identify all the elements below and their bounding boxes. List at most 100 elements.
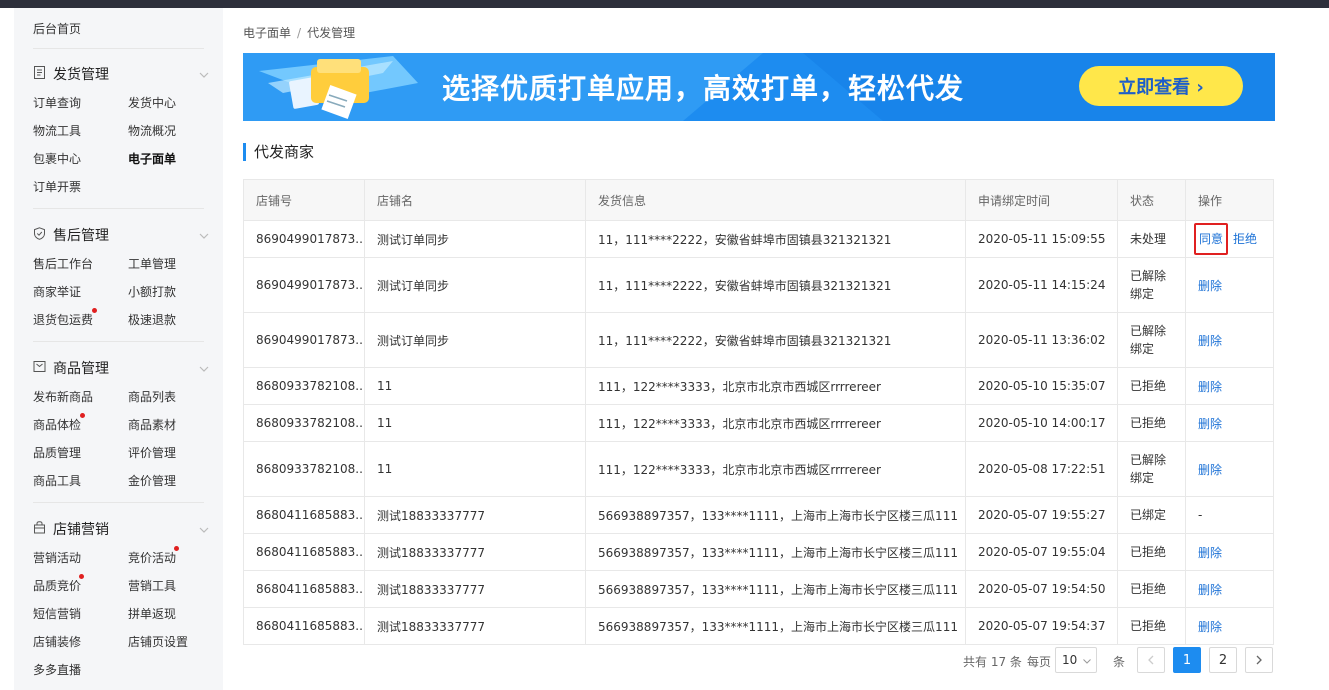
cell-actions: 删除 [1185, 570, 1274, 608]
sidebar-item-new-product[interactable]: 发布新商品 [33, 388, 93, 405]
sidebar-item-after-sales-desk[interactable]: 售后工作台 [33, 255, 93, 272]
sidebar-item-sms-marketing[interactable]: 短信营销 [33, 605, 81, 622]
column-header-bind-time: 申请绑定时间 [965, 179, 1118, 221]
sidebar-item-order-query[interactable]: 订单查询 [33, 94, 81, 111]
table-row: 8680411685883... 测试18833337777 566938897… [243, 607, 1274, 645]
sidebar-item-fast-refund[interactable]: 极速退款 [128, 311, 176, 328]
cell-shop-name: 测试18833337777 [364, 496, 586, 534]
table-row: 8680411685883... 测试18833337777 566938897… [243, 496, 1274, 534]
cell-time: 2020-05-07 19:54:37 [965, 607, 1118, 645]
breadcrumb-item-e-waybill[interactable]: 电子面单 [243, 26, 291, 40]
sidebar-item-group-cashback[interactable]: 拼单返现 [128, 605, 176, 622]
per-page-label: 每页 [1027, 655, 1052, 669]
breadcrumb: 电子面单 / 代发管理 [243, 24, 355, 41]
cell-actions: 删除 [1185, 367, 1274, 405]
cell-time: 2020-05-11 13:36:02 [965, 312, 1118, 368]
page-button-2[interactable]: 2 [1209, 647, 1237, 673]
sidebar-item-review-management[interactable]: 评价管理 [128, 444, 176, 461]
sidebar-item-merchant-evidence[interactable]: 商家举证 [33, 283, 81, 300]
cell-actions: 删除 [1185, 404, 1274, 442]
sidebar-item-return-shipping-fee[interactable]: 退货包运费 [33, 311, 93, 328]
column-header-status: 状态 [1117, 179, 1186, 221]
pagination: 共有 17 条 每页 10 条 1 2 [963, 647, 1275, 673]
sidebar-item-bidding-activities[interactable]: 竞价活动 [128, 549, 176, 566]
sidebar-item-marketing-activities[interactable]: 营销活动 [33, 549, 81, 566]
column-header-shop-name: 店铺名 [364, 179, 586, 221]
cell-shop-id: 8690499017873... [243, 312, 365, 368]
chevron-left-icon [1148, 655, 1154, 665]
sidebar-item-shop-page-settings[interactable]: 店铺页设置 [128, 633, 188, 650]
delete-button[interactable]: 删除 [1198, 334, 1222, 348]
cell-ship-info: 11，111****2222，安徽省蚌埠市固镇县321321321 [585, 312, 966, 368]
sidebar-item-shipping-center[interactable]: 发货中心 [128, 94, 176, 111]
divider [33, 48, 204, 49]
column-header-actions: 操作 [1185, 179, 1274, 221]
sidebar-item-ticket-management[interactable]: 工单管理 [128, 255, 176, 272]
view-now-button[interactable]: 立即查看 › [1079, 66, 1243, 106]
table-row: 8690499017873... 测试订单同步 11，111****2222，安… [243, 220, 1274, 258]
cell-time: 2020-05-07 19:54:50 [965, 570, 1118, 608]
cell-ship-info: 566938897357，133****1111，上海市上海市长宁区楼三瓜111 [585, 533, 966, 571]
page-button-1[interactable]: 1 [1173, 647, 1201, 673]
sidebar-item-gold-price[interactable]: 金价管理 [128, 472, 176, 489]
cell-shop-name: 11 [364, 404, 586, 442]
sidebar-item-product-list[interactable]: 商品列表 [128, 388, 176, 405]
agree-button[interactable]: 同意 [1194, 223, 1229, 255]
promo-banner[interactable]: 选择优质打单应用，高效打单，轻松代发 立即查看 › [243, 53, 1275, 121]
sidebar-item-product-checkup[interactable]: 商品体检 [33, 416, 81, 433]
table-row: 8680933782108... 11 111，122****3333，北京市北… [243, 404, 1274, 442]
sidebar-item-live-streaming[interactable]: 多多直播 [33, 661, 81, 678]
sidebar-item-home[interactable]: 后台首页 [33, 20, 81, 37]
delete-button[interactable]: 删除 [1198, 620, 1222, 634]
sidebar-item-small-payment[interactable]: 小额打款 [128, 283, 176, 300]
delete-button[interactable]: 删除 [1198, 279, 1222, 293]
column-header-shop-id: 店铺号 [243, 179, 365, 221]
reject-button[interactable]: 拒绝 [1233, 232, 1257, 246]
sidebar-item-product-tools[interactable]: 商品工具 [33, 472, 81, 489]
sidebar-item-quality-management[interactable]: 品质管理 [33, 444, 81, 461]
sidebar-item-package-center[interactable]: 包裹中心 [33, 150, 81, 167]
shop-icon [33, 520, 46, 538]
delete-button[interactable]: 删除 [1198, 583, 1222, 597]
table-row: 8690499017873... 测试订单同步 11，111****2222，安… [243, 312, 1274, 368]
cell-shop-id: 8680411685883... [243, 607, 365, 645]
delete-button[interactable]: 删除 [1198, 417, 1222, 431]
cell-ship-info: 566938897357，133****1111，上海市上海市长宁区楼三瓜111 [585, 570, 966, 608]
divider [33, 341, 204, 342]
page-size-select[interactable]: 10 [1055, 647, 1097, 673]
table-header-row: 店铺号 店铺名 发货信息 申请绑定时间 状态 操作 [243, 179, 1274, 221]
column-header-ship-info: 发货信息 [585, 179, 966, 221]
cell-status: 已解除绑定 [1117, 441, 1186, 497]
document-icon [33, 65, 46, 83]
next-page-button[interactable] [1245, 647, 1273, 673]
cell-shop-id: 8680411685883... [243, 496, 365, 534]
sidebar-item-order-invoice[interactable]: 订单开票 [33, 178, 81, 195]
cell-shop-name: 测试订单同步 [364, 257, 586, 313]
chevron-down-icon[interactable] [199, 70, 209, 80]
sidebar-item-logistics-tools[interactable]: 物流工具 [33, 122, 81, 139]
delete-button[interactable]: 删除 [1198, 380, 1222, 394]
sidebar-item-shop-decoration[interactable]: 店铺装修 [33, 633, 81, 650]
sidebar-item-product-assets[interactable]: 商品素材 [128, 416, 176, 433]
sidebar-section-products[interactable]: 商品管理 [33, 358, 109, 378]
chevron-down-icon[interactable] [199, 525, 209, 535]
sidebar-item-marketing-tools[interactable]: 营销工具 [128, 577, 176, 594]
cell-actions: 删除 [1185, 441, 1274, 497]
table-row: 8680933782108... 11 111，122****3333，北京市北… [243, 441, 1274, 497]
sidebar-section-shipping[interactable]: 发货管理 [33, 64, 109, 84]
delete-button[interactable]: 删除 [1198, 463, 1222, 477]
sidebar-item-e-waybill[interactable]: 电子面单 [128, 150, 176, 167]
divider [33, 208, 204, 209]
chevron-down-icon[interactable] [199, 364, 209, 374]
sidebar-section-marketing[interactable]: 店铺营销 [33, 519, 109, 539]
cell-shop-name: 测试18833337777 [364, 570, 586, 608]
total-count: 共有 17 条 [963, 655, 1022, 669]
delete-button[interactable]: 删除 [1198, 546, 1222, 560]
chevron-down-icon[interactable] [199, 231, 209, 241]
cell-shop-name: 测试订单同步 [364, 220, 586, 258]
prev-page-button[interactable] [1137, 647, 1165, 673]
sidebar-item-logistics-overview[interactable]: 物流概况 [128, 122, 176, 139]
cell-status: 已拒绝 [1117, 533, 1186, 571]
sidebar-item-quality-bidding[interactable]: 品质竞价 [33, 577, 81, 594]
sidebar-section-after-sales[interactable]: 售后管理 [33, 225, 109, 245]
